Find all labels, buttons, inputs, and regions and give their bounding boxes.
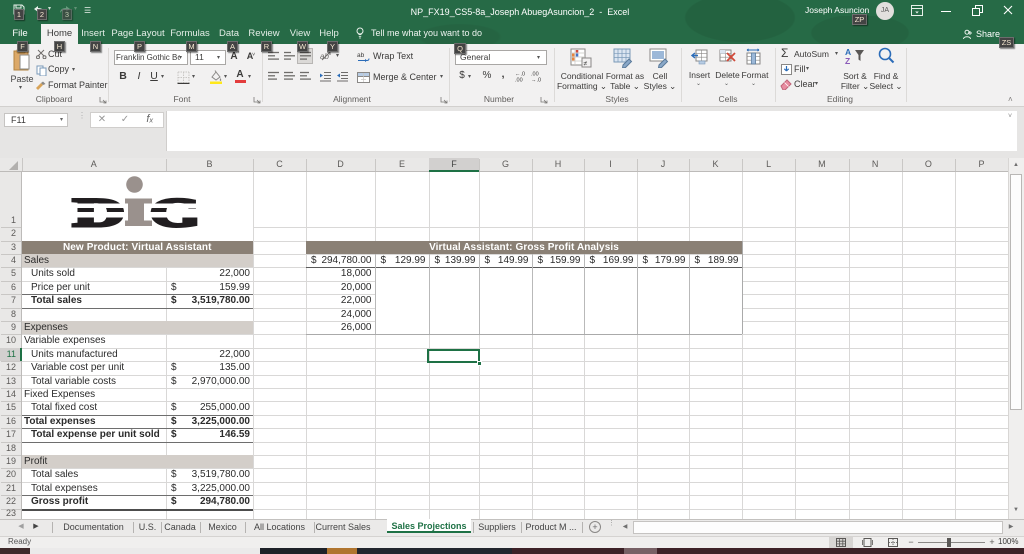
svg-text:.00: .00 [515, 78, 523, 83]
svg-text:ab: ab [357, 52, 365, 59]
svg-text:→.0: →.0 [531, 78, 541, 83]
svg-text:ab: ab [320, 52, 329, 61]
svg-text:≠: ≠ [584, 61, 588, 68]
svg-text:Z: Z [845, 56, 850, 65]
